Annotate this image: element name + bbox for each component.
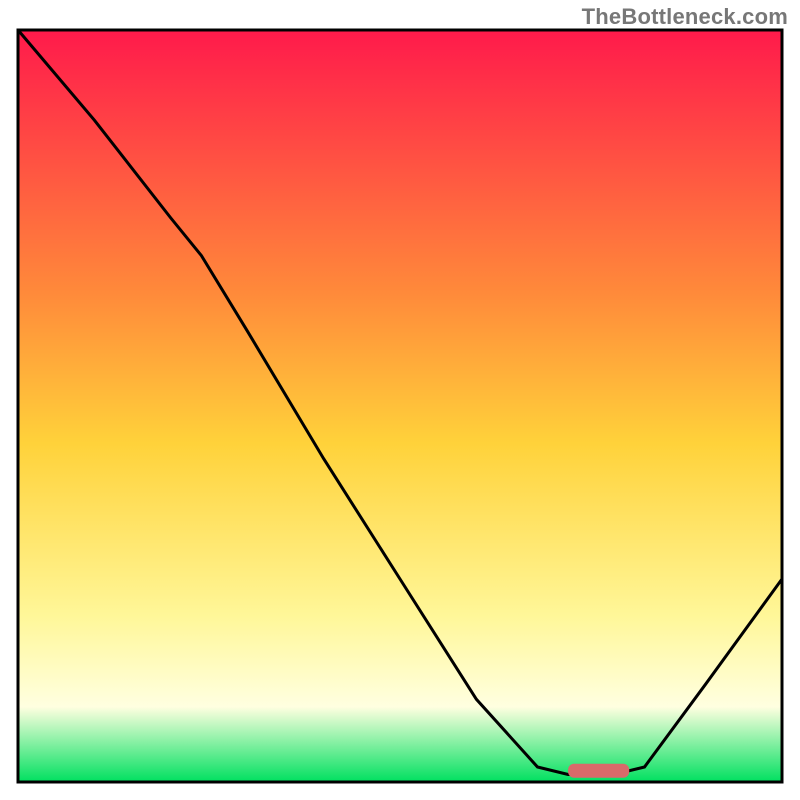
gradient-background	[18, 30, 782, 782]
optimal-range-marker	[568, 764, 629, 778]
watermark-text: TheBottleneck.com	[582, 4, 788, 30]
plot-area	[18, 30, 782, 782]
bottleneck-chart	[0, 0, 800, 800]
